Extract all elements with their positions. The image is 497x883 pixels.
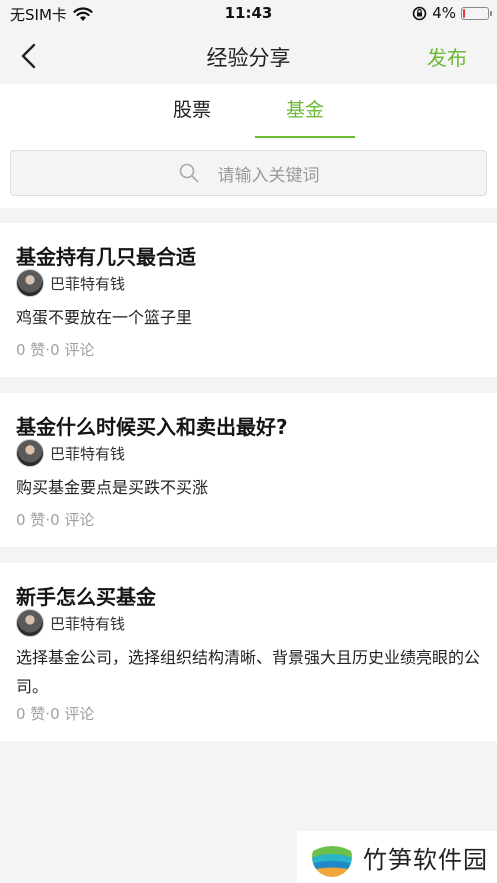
search-input[interactable]: 请输入关键词 bbox=[10, 150, 487, 196]
battery-fill bbox=[463, 8, 465, 18]
post-stats: 0 赞·0 评论 bbox=[16, 511, 95, 529]
page-title: 经验分享 bbox=[206, 46, 291, 70]
status-bar: 无SIM卡 11:43 4% bbox=[0, 0, 497, 28]
post-summary: 鸡蛋不要放在一个篮子里 bbox=[16, 308, 193, 327]
search-section: 请输入关键词 bbox=[0, 138, 497, 208]
post-card[interactable]: 新手怎么买基金 巴菲特有钱 选择基金公司，选择组织结构清晰、背景强大且历史业绩亮… bbox=[0, 563, 497, 741]
tab-fund[interactable]: 基金 bbox=[255, 84, 355, 140]
post-stats: 0 赞·0 评论 bbox=[16, 705, 95, 723]
avatar bbox=[16, 269, 44, 297]
watermark: 竹笋软件园 bbox=[297, 831, 497, 883]
search-placeholder: 请输入关键词 bbox=[217, 165, 320, 186]
post-title[interactable]: 基金什么时候买入和卖出最好? bbox=[16, 411, 288, 440]
battery-percent: 4% bbox=[432, 4, 456, 22]
post-title[interactable]: 基金持有几只最合适 bbox=[16, 241, 196, 270]
author-name: 巴菲特有钱 bbox=[50, 274, 126, 293]
post-title[interactable]: 新手怎么买基金 bbox=[16, 581, 156, 610]
battery-icon bbox=[461, 6, 492, 20]
avatar bbox=[16, 609, 44, 637]
watermark-text: 竹笋软件园 bbox=[363, 845, 488, 874]
avatar bbox=[16, 439, 44, 467]
tab-stock[interactable]: 股票 bbox=[142, 84, 242, 140]
post-author[interactable]: 巴菲特有钱 bbox=[16, 439, 125, 467]
category-tabs: 股票 基金 bbox=[0, 84, 497, 140]
author-name: 巴菲特有钱 bbox=[50, 614, 126, 633]
post-author[interactable]: 巴菲特有钱 bbox=[16, 609, 125, 637]
rotation-lock-icon bbox=[412, 6, 427, 20]
status-right: 4% bbox=[412, 4, 492, 22]
post-summary: 购买基金要点是买跌不买涨 bbox=[16, 478, 209, 497]
watermark-logo-icon bbox=[312, 837, 352, 877]
post-card[interactable]: 基金什么时候买入和卖出最好? 巴菲特有钱 购买基金要点是买跌不买涨 0 赞·0 … bbox=[0, 393, 497, 547]
search-icon bbox=[179, 163, 198, 183]
post-summary: 选择基金公司，选择组织结构清晰、背景强大且历史业绩亮眼的公司。 bbox=[16, 648, 481, 696]
nav-bar: 经验分享 发布 bbox=[0, 28, 497, 84]
publish-button[interactable]: 发布 bbox=[427, 42, 467, 71]
post-card[interactable]: 基金持有几只最合适 巴菲特有钱 鸡蛋不要放在一个篮子里 0 赞·0 评论 bbox=[0, 223, 497, 377]
post-stats: 0 赞·0 评论 bbox=[16, 341, 95, 359]
post-author[interactable]: 巴菲特有钱 bbox=[16, 269, 125, 297]
author-name: 巴菲特有钱 bbox=[50, 444, 126, 463]
active-tab-indicator bbox=[255, 136, 355, 138]
